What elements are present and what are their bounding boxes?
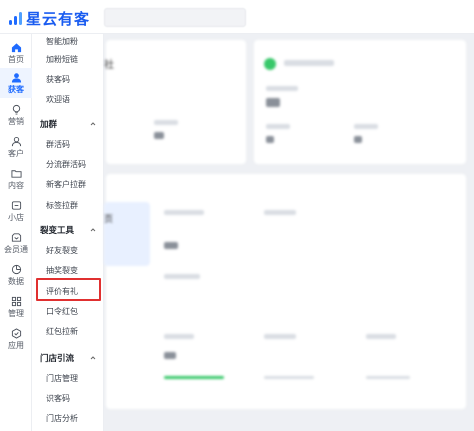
rail-item-content[interactable]: 内容 bbox=[0, 164, 32, 194]
submenu-group-store[interactable]: 门店引流 bbox=[40, 352, 74, 364]
rail-label: 小店 bbox=[8, 212, 24, 222]
rail-label: 内容 bbox=[8, 180, 24, 190]
submenu-group-join-group[interactable]: 加群 bbox=[40, 118, 57, 130]
rail-label: 管理 bbox=[8, 308, 24, 318]
rail-label: 营销 bbox=[8, 116, 24, 126]
card-title-fragment: 社 bbox=[104, 60, 114, 71]
rail-label: 获客 bbox=[8, 84, 24, 94]
top-bar: 星云有客 bbox=[0, 0, 474, 34]
rail-label: 首页 bbox=[8, 54, 24, 64]
submenu-item-split-group-code[interactable]: 分流群活码 bbox=[46, 159, 86, 170]
nav-rail: 首页 获客 营销 客户 内容 小店 会员通 数据 管理 应用 bbox=[0, 34, 32, 431]
submenu-item-store-analysis[interactable]: 门店分析 bbox=[46, 413, 78, 424]
submenu-item-new-customer-group[interactable]: 新客户拉群 bbox=[46, 179, 86, 190]
member-icon bbox=[11, 232, 21, 242]
submenu-item-smart-add[interactable]: 智能加粉 bbox=[46, 36, 78, 47]
submenu-item-friend-fission[interactable]: 好友裂变 bbox=[46, 245, 78, 256]
rail-label: 会员通 bbox=[4, 244, 28, 254]
submenu-panel: 智能加粉 加粉短链 获客码 欢迎语 加群 群活码 分流群活码 新客户拉群 标签拉… bbox=[32, 34, 104, 431]
shop-icon bbox=[11, 200, 21, 210]
highlight-annotation bbox=[36, 278, 101, 301]
overview-card: 页 bbox=[104, 174, 466, 409]
search-input[interactable] bbox=[104, 8, 246, 27]
rail-item-home[interactable]: 首页 bbox=[0, 38, 32, 68]
chevron-up-icon[interactable] bbox=[90, 121, 96, 127]
bulb-icon bbox=[12, 104, 20, 115]
home-icon bbox=[11, 42, 21, 52]
status-icon bbox=[264, 58, 276, 70]
rail-item-apps[interactable]: 应用 bbox=[0, 324, 32, 354]
submenu-item-tag-group[interactable]: 标签拉群 bbox=[46, 200, 78, 211]
stat-card bbox=[254, 40, 466, 164]
folder-icon bbox=[10, 169, 22, 178]
app-icon bbox=[11, 327, 21, 339]
rail-label: 数据 bbox=[8, 276, 24, 286]
submenu-item-acquire-code[interactable]: 获客码 bbox=[46, 74, 70, 85]
submenu-item-identify-code[interactable]: 识客码 bbox=[46, 393, 70, 404]
rail-label: 应用 bbox=[8, 340, 24, 350]
rail-item-marketing[interactable]: 营销 bbox=[0, 100, 32, 130]
submenu-item-welcome[interactable]: 欢迎语 bbox=[46, 94, 70, 105]
submenu-item-redpacket-new[interactable]: 红包拉新 bbox=[46, 326, 78, 337]
submenu-group-fission[interactable]: 裂变工具 bbox=[40, 224, 74, 236]
submenu-item-store-manage[interactable]: 门店管理 bbox=[46, 373, 78, 384]
rail-item-customer[interactable]: 客户 bbox=[0, 132, 32, 162]
rail-item-manage[interactable]: 管理 bbox=[0, 292, 32, 322]
app-name: 星云有客 bbox=[26, 11, 91, 28]
main-content: 社 页 bbox=[104, 34, 474, 431]
person-icon bbox=[11, 136, 21, 146]
rail-item-shop[interactable]: 小店 bbox=[0, 196, 32, 226]
submenu-item-lottery-fission[interactable]: 抽奖裂变 bbox=[46, 265, 78, 276]
submenu-item-short-link[interactable]: 加粉短链 bbox=[46, 54, 78, 65]
rail-label: 客户 bbox=[8, 148, 24, 158]
pie-chart-icon bbox=[11, 264, 21, 274]
grid-icon bbox=[11, 296, 21, 306]
submenu-item-password-redpacket[interactable]: 口令红包 bbox=[46, 306, 78, 317]
logo-icon bbox=[8, 11, 22, 26]
app-logo[interactable]: 星云有客 bbox=[8, 8, 90, 29]
rail-item-acquire[interactable]: 获客 bbox=[0, 68, 32, 98]
rail-item-data[interactable]: 数据 bbox=[0, 260, 32, 290]
submenu-item-group-code[interactable]: 群活码 bbox=[46, 139, 70, 150]
chevron-up-icon[interactable] bbox=[90, 227, 96, 233]
user-acquire-icon bbox=[11, 72, 21, 83]
panel-fragment: 页 bbox=[104, 214, 114, 224]
chevron-up-icon[interactable] bbox=[90, 355, 96, 361]
stat-card: 社 bbox=[104, 40, 246, 164]
rail-item-member[interactable]: 会员通 bbox=[0, 228, 32, 258]
